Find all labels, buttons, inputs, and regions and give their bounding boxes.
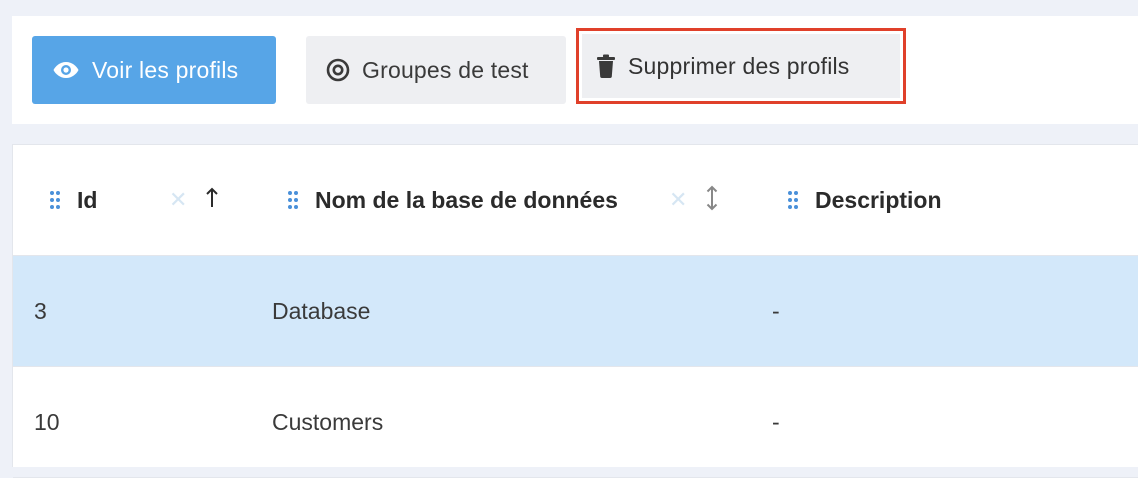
drag-handle-icon[interactable] — [787, 190, 799, 210]
table-row[interactable]: 10 Customers - — [13, 367, 1138, 478]
cell-database-name: Database — [272, 297, 371, 324]
profiles-table: Id ✕ Nom de la base de données ✕ Descrip… — [12, 144, 1138, 478]
column-label-database-name: Nom de la base de données — [315, 186, 618, 213]
column-header-database-name[interactable]: Nom de la base de données — [287, 145, 618, 255]
column-header-id[interactable]: Id — [49, 145, 97, 255]
clear-x-icon[interactable]: ✕ — [169, 187, 187, 213]
clear-x-icon[interactable]: ✕ — [669, 187, 687, 213]
delete-profiles-button-body[interactable]: Supprimer des profils — [582, 34, 900, 98]
column-header-description[interactable]: Description — [787, 145, 942, 255]
delete-profiles-label: Supprimer des profils — [628, 52, 850, 79]
cell-id: 10 — [34, 408, 60, 435]
column-label-description: Description — [815, 186, 942, 213]
arrow-up-down-icon[interactable] — [705, 185, 719, 216]
cell-database-name: Customers — [272, 408, 384, 435]
view-profiles-label: Voir les profils — [92, 56, 239, 83]
drag-handle-icon[interactable] — [49, 190, 61, 210]
toolbar: Voir les profils Groupes de test Supprim… — [12, 16, 1138, 124]
table-row[interactable]: 3 Database - — [13, 256, 1138, 367]
table-header: Id ✕ Nom de la base de données ✕ Descrip… — [13, 145, 1138, 256]
cell-description: - — [772, 297, 780, 324]
test-groups-label: Groupes de test — [362, 56, 529, 83]
cell-description: - — [772, 408, 780, 435]
eye-icon — [52, 60, 80, 80]
delete-profiles-button[interactable]: Supprimer des profils — [576, 28, 906, 104]
column-id-sort-controls: ✕ — [169, 145, 219, 255]
arrow-up-icon[interactable] — [205, 187, 219, 214]
column-label-id: Id — [77, 186, 98, 213]
column-database-name-sort-controls: ✕ — [669, 145, 719, 255]
view-profiles-button[interactable]: Voir les profils — [32, 36, 276, 104]
trash-icon — [596, 54, 616, 78]
cell-id: 3 — [34, 297, 47, 324]
drag-handle-icon[interactable] — [287, 190, 299, 210]
test-groups-button[interactable]: Groupes de test — [306, 36, 566, 104]
target-icon — [326, 58, 350, 82]
